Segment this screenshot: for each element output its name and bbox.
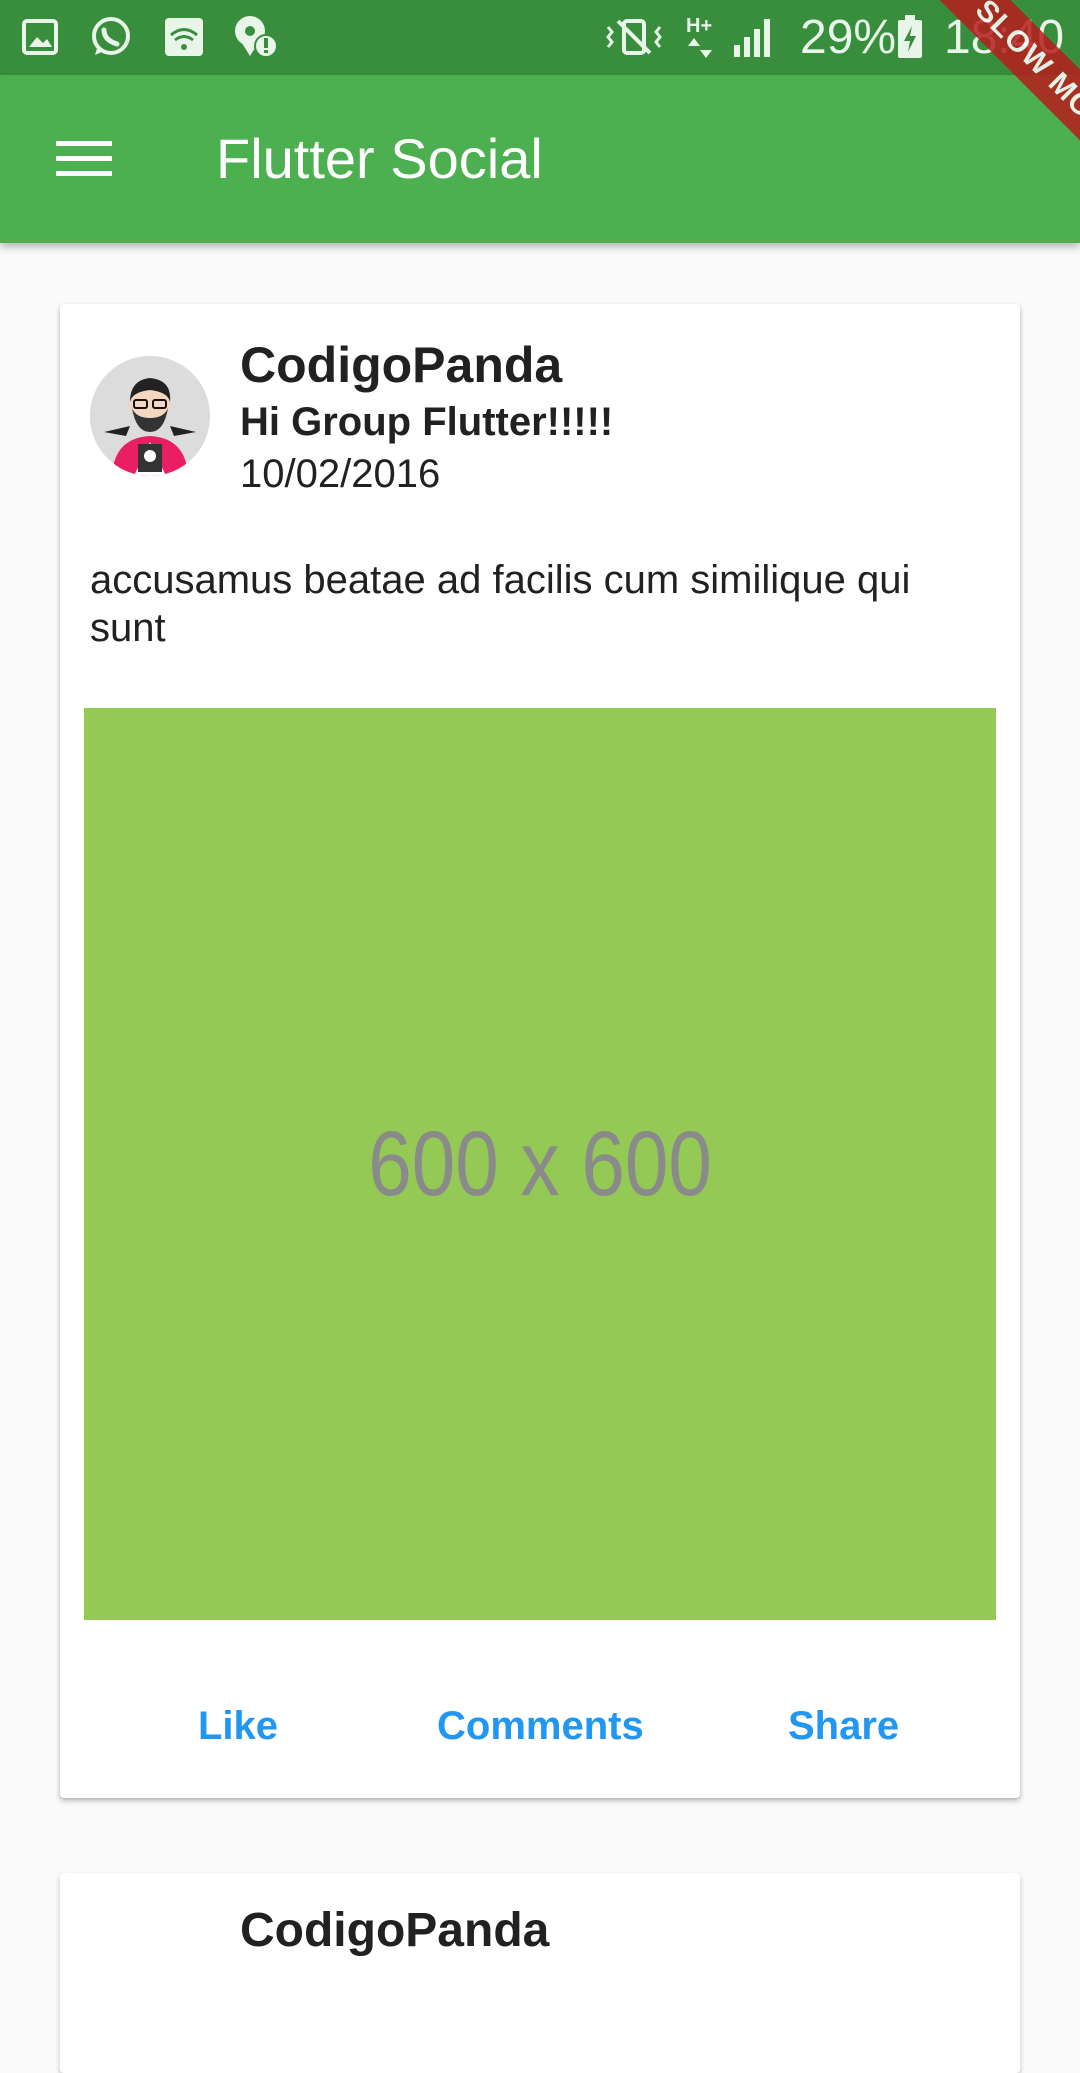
post-date: 10/02/2016 [240, 452, 441, 496]
gallery-icon [20, 14, 60, 60]
status-bar: H+ 29% 18:40 [0, 0, 1080, 75]
clock: 18:40 [944, 11, 1065, 64]
post-author[interactable]: CodigoPanda [240, 336, 562, 394]
next-post-card: CodigoPanda [60, 1873, 1020, 2073]
comments-button[interactable]: Comments [437, 1694, 644, 1758]
signal-icon [732, 14, 776, 60]
avatar[interactable] [90, 356, 210, 476]
location-alert-icon [232, 14, 280, 60]
battery-percent: 29% [800, 11, 897, 64]
post-card: CodigoPanda Hi Group Flutter!!!!! 10/02/… [60, 304, 1020, 1798]
menu-button[interactable] [40, 115, 128, 203]
app-bar: Flutter Social [0, 75, 1080, 243]
image-placeholder-label: 600 x 600 [368, 1112, 712, 1215]
network-hplus-icon: H+ [686, 14, 722, 60]
avatar-illustration [90, 356, 210, 476]
wifi-icon [164, 14, 204, 60]
whatsapp-icon [88, 14, 134, 60]
post-image[interactable]: 600 x 600 [84, 708, 996, 1620]
post-body: accusamus beatae ad facilis cum similiqu… [90, 558, 911, 650]
hamburger-menu-icon [56, 141, 112, 176]
share-button[interactable]: Share [788, 1694, 899, 1758]
post-headline: Hi Group Flutter!!!!! [240, 400, 614, 444]
vibrate-icon [604, 14, 664, 60]
post-actions: Like Comments Share [60, 1694, 1020, 1758]
next-post-author[interactable]: CodigoPanda [240, 1903, 549, 1958]
app-title: Flutter Social [216, 127, 543, 190]
svg-text:H+: H+ [686, 15, 712, 37]
like-button[interactable]: Like [198, 1694, 278, 1758]
battery-charging-icon [896, 14, 924, 60]
